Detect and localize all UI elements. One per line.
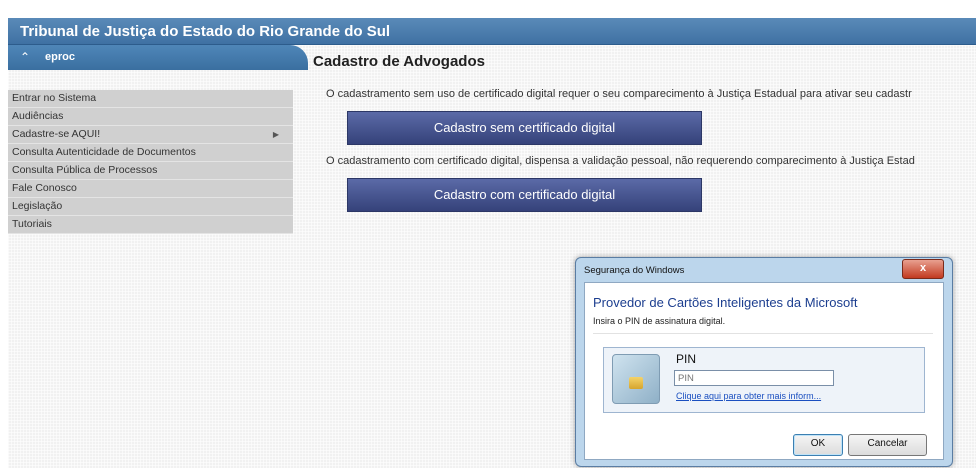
top-banner: Tribunal de Justiça do Estado do Rio Gra… (8, 18, 976, 45)
no-cert-description: O cadastramento sem uso de certificado d… (326, 88, 912, 100)
smart-card-icon (612, 354, 660, 404)
more-info-link[interactable]: Clique aqui para obter mais inform... (676, 391, 821, 401)
sidebar-item-consulta-autenticidade[interactable]: Consulta Autenticidade de Documentos (8, 144, 293, 162)
sidebar-item-entrar[interactable]: Entrar no Sistema (8, 90, 293, 108)
sidebar-section-label: eproc (45, 51, 75, 63)
dialog-body: Provedor de Cartões Inteligentes da Micr… (584, 282, 944, 460)
windows-security-dialog: Segurança do Windows x Provedor de Cartõ… (575, 257, 953, 467)
register-with-cert-button[interactable]: Cadastro com certificado digital (347, 178, 702, 212)
sidebar-item-audiencias[interactable]: Audiências (8, 108, 293, 126)
sidebar-item-label: Legislação (12, 200, 63, 212)
sidebar-item-consulta-publica[interactable]: Consulta Pública de Processos (8, 162, 293, 180)
sidebar-item-tutoriais[interactable]: Tutoriais (8, 216, 293, 234)
sidebar-item-label: Consulta Autenticidade de Documentos (12, 146, 196, 158)
sidebar-item-label: Cadastre-se AQUI! (12, 128, 101, 140)
card-chip (629, 377, 643, 389)
close-icon: x (919, 262, 927, 274)
pin-label: PIN (676, 352, 697, 366)
provider-instruction: Insira o PIN de assinatura digital. (593, 316, 726, 326)
with-cert-description: O cadastramento com certificado digital,… (326, 155, 915, 167)
sidebar-item-fale-conosco[interactable]: Fale Conosco (8, 180, 293, 198)
sidebar-item-cadastre-se[interactable]: Cadastre-se AQUI! ▶ (8, 126, 293, 144)
sidebar-item-label: Consulta Pública de Processos (12, 164, 158, 176)
close-button[interactable]: x (902, 259, 944, 279)
sidebar-menu: Entrar no Sistema Audiências Cadastre-se… (8, 90, 293, 234)
chevron-right-icon: ▶ (272, 130, 279, 139)
sidebar-item-label: Tutoriais (12, 218, 52, 230)
cancel-button[interactable]: Cancelar (848, 434, 927, 456)
site-title: Tribunal de Justiça do Estado do Rio Gra… (20, 23, 391, 40)
provider-heading: Provedor de Cartões Inteligentes da Micr… (593, 295, 858, 310)
divider (593, 333, 933, 334)
sidebar-item-label: Entrar no Sistema (12, 92, 97, 104)
pin-panel: PIN Clique aqui para obter mais inform..… (603, 347, 925, 413)
dialog-title: Segurança do Windows (584, 265, 685, 276)
sidebar-item-legislacao[interactable]: Legislação (8, 198, 293, 216)
sidebar-header[interactable]: ⌃ eproc (8, 45, 308, 70)
chevron-up-icon[interactable]: ⌃ (20, 50, 30, 64)
pin-input[interactable] (674, 370, 834, 386)
page-title: Cadastro de Advogados (313, 53, 485, 70)
sidebar-item-label: Fale Conosco (12, 182, 77, 194)
ok-button[interactable]: OK (793, 434, 843, 456)
sidebar-item-label: Audiências (12, 110, 64, 122)
register-without-cert-button[interactable]: Cadastro sem certificado digital (347, 111, 702, 145)
